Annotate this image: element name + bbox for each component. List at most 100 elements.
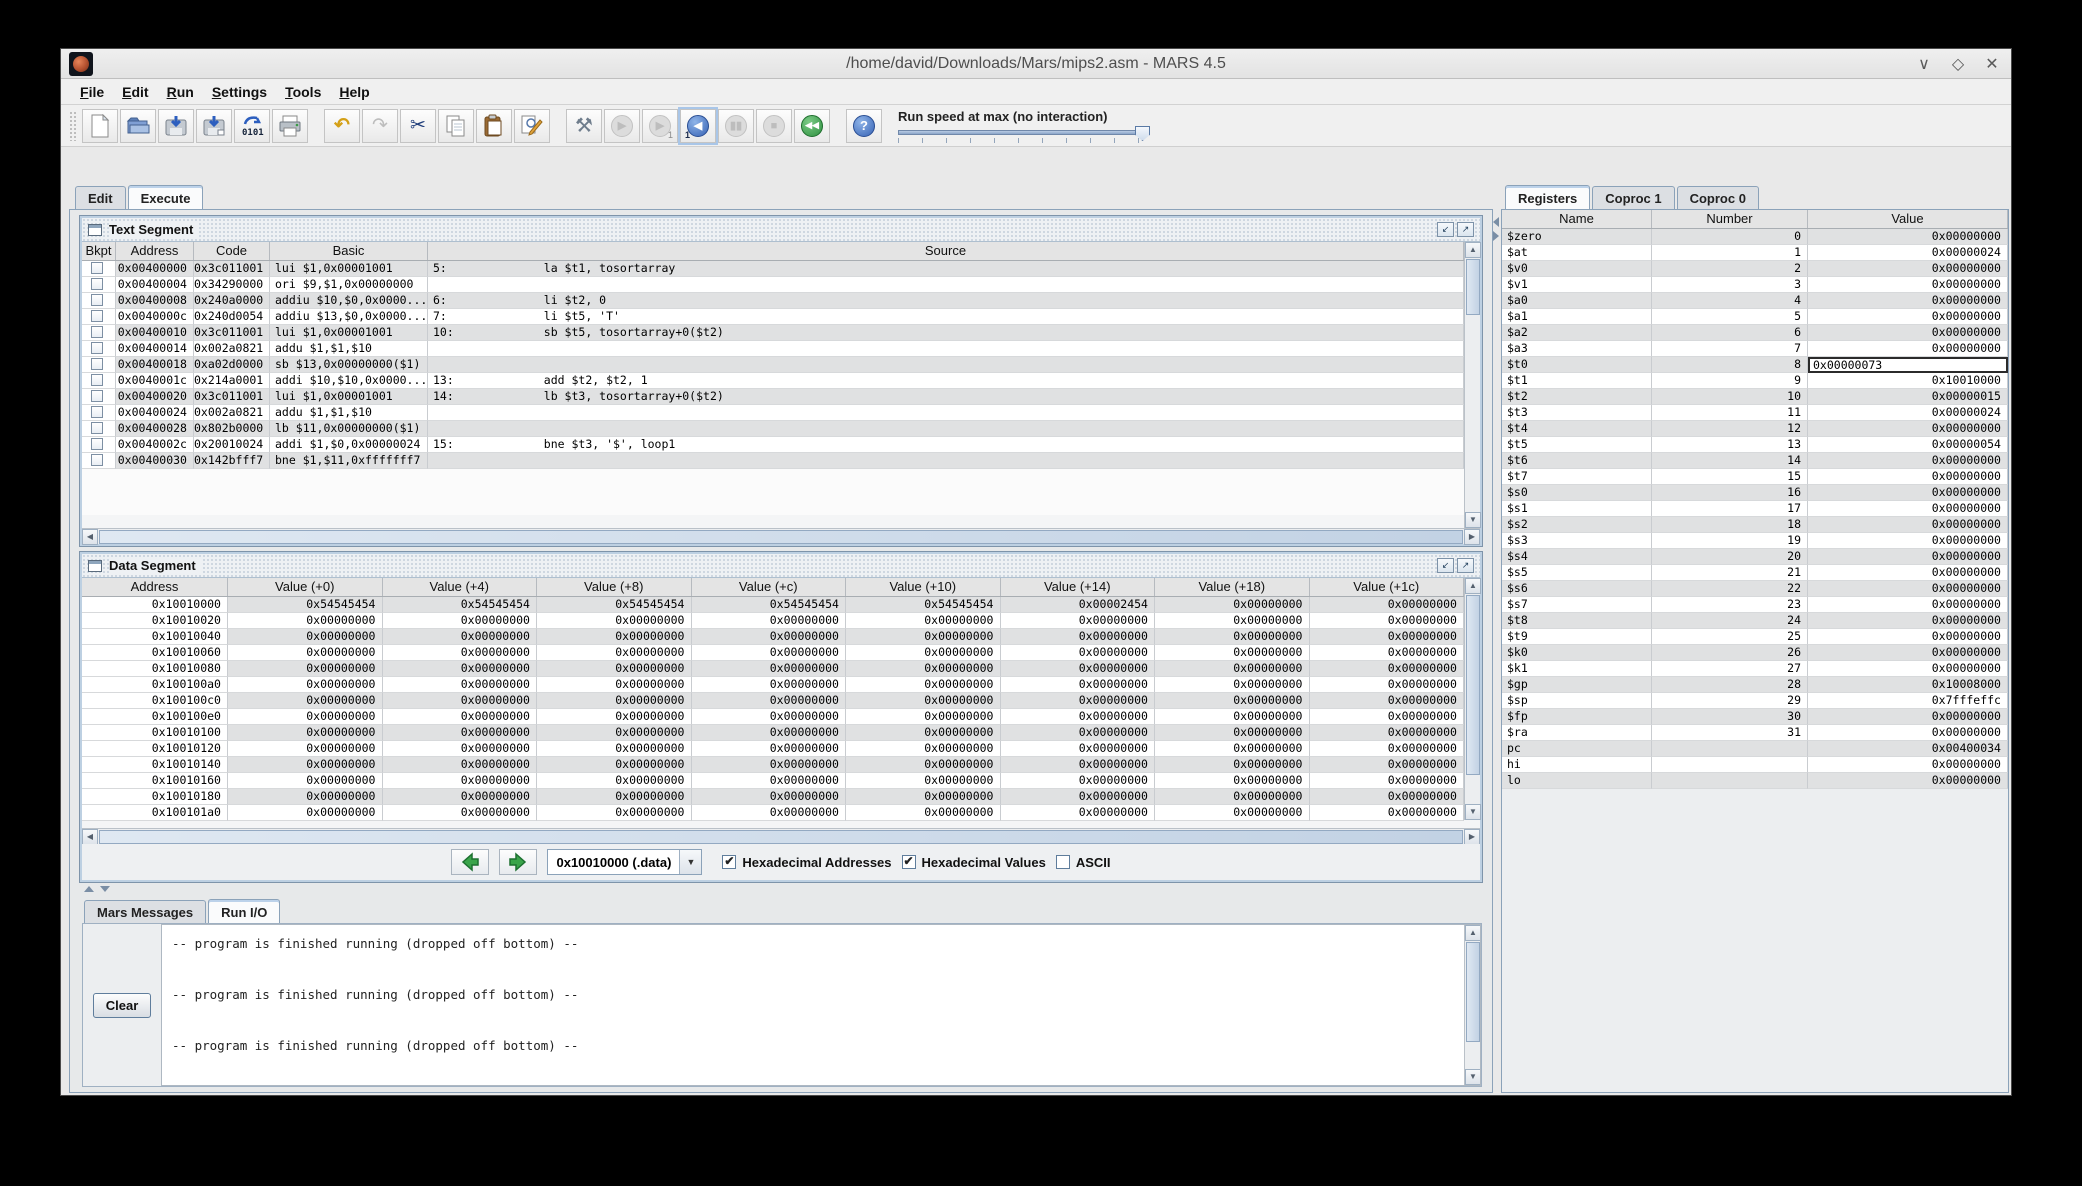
value-cell[interactable]: 0x00000000 — [1155, 677, 1310, 693]
collapse-right-icon[interactable] — [1493, 231, 1499, 241]
menu-edit[interactable]: Edit — [113, 81, 157, 103]
save-button[interactable] — [158, 108, 194, 143]
value-cell[interactable]: 0x00000000 — [691, 677, 846, 693]
scroll-down-icon[interactable]: ▼ — [1465, 512, 1481, 528]
maximize-window-icon[interactable]: ↗ — [1457, 222, 1474, 237]
value-cell[interactable]: 0x00000000 — [846, 661, 1001, 677]
value-cell[interactable]: 0x00000000 — [1155, 597, 1310, 613]
value-cell[interactable]: 0x00000000 — [228, 757, 383, 773]
value-cell[interactable]: 0x00000000 — [1155, 805, 1310, 821]
value-cell[interactable]: 0x00000000 — [228, 805, 383, 821]
value-cell[interactable]: 0x00000000 — [846, 693, 1001, 709]
scroll-down-icon[interactable]: ▼ — [1465, 804, 1481, 820]
column-header-address[interactable]: Address — [82, 578, 228, 596]
scroll-right-icon[interactable]: ▶ — [1464, 529, 1480, 545]
breakpoint-cell[interactable] — [82, 453, 116, 469]
value-cell[interactable]: 0x00000000 — [846, 613, 1001, 629]
chevron-down-icon[interactable]: ▼ — [679, 850, 702, 874]
value-cell[interactable]: 0x00000000 — [228, 613, 383, 629]
value-cell[interactable]: 0x54545454 — [382, 597, 537, 613]
value-cell[interactable]: 0x00000000 — [382, 757, 537, 773]
restore-window-icon[interactable]: ↙ — [1437, 222, 1454, 237]
value-cell[interactable]: 0x00000000 — [228, 677, 383, 693]
collapse-left-icon[interactable] — [1493, 217, 1499, 227]
scroll-thumb[interactable] — [1466, 259, 1480, 315]
column-header-value-1c[interactable]: Value (+1c) — [1310, 578, 1464, 596]
register-value-cell[interactable]: 0x00000000 — [1808, 293, 2008, 309]
column-header-value-0[interactable]: Value (+0) — [228, 578, 383, 596]
checkbox-icon[interactable] — [901, 854, 916, 869]
undo-button[interactable]: ↶ — [324, 108, 360, 143]
breakpoint-cell[interactable] — [82, 405, 116, 421]
column-header-value-c[interactable]: Value (+c) — [692, 578, 846, 596]
value-cell[interactable]: 0x00000000 — [846, 757, 1001, 773]
value-cell[interactable]: 0x00000000 — [537, 645, 692, 661]
hexadecimal-values-checkbox[interactable]: Hexadecimal Values — [901, 854, 1046, 870]
checkbox-icon[interactable] — [722, 854, 737, 869]
value-cell[interactable]: 0x00000000 — [228, 629, 383, 645]
value-cell[interactable]: 0x00000000 — [1155, 757, 1310, 773]
breakpoint-checkbox[interactable] — [91, 406, 103, 418]
register-value-cell[interactable]: 0x00000000 — [1808, 341, 2008, 357]
breakpoint-checkbox[interactable] — [91, 374, 103, 386]
register-value-cell[interactable]: 0x00000000 — [1808, 453, 2008, 469]
minimize-icon[interactable]: ∨ — [1915, 54, 1933, 74]
scroll-left-icon[interactable]: ◀ — [82, 529, 98, 545]
tab-run-i-o[interactable]: Run I/O — [208, 899, 281, 923]
data-segment-hscrollbar[interactable]: ◀ ▶ — [82, 828, 1480, 845]
value-cell[interactable]: 0x00000000 — [1309, 789, 1464, 805]
register-value-cell[interactable]: 0x00000000 — [1808, 629, 2008, 645]
scroll-left-icon[interactable]: ◀ — [82, 829, 98, 845]
value-cell[interactable]: 0x00000000 — [1000, 629, 1155, 645]
memory-base-combobox[interactable]: 0x10010000 (.data) ▼ — [547, 849, 703, 875]
clear-button[interactable]: Clear — [92, 992, 152, 1018]
tab-coproc-0[interactable]: Coproc 0 — [1676, 186, 1759, 209]
value-cell[interactable]: 0x00000000 — [1155, 741, 1310, 757]
value-cell[interactable]: 0x00000000 — [1155, 629, 1310, 645]
breakpoint-checkbox[interactable] — [91, 438, 103, 450]
value-cell[interactable]: 0x00000000 — [537, 693, 692, 709]
tab-edit[interactable]: Edit — [75, 186, 126, 209]
value-cell[interactable]: 0x00000000 — [1309, 645, 1464, 661]
breakpoint-cell[interactable] — [82, 341, 116, 357]
register-value-cell[interactable]: 0x00400034 — [1808, 741, 2008, 757]
register-value-cell[interactable]: 0x00000000 — [1808, 645, 2008, 661]
tab-mars-messages[interactable]: Mars Messages — [84, 900, 207, 923]
value-cell[interactable]: 0x00000000 — [1000, 645, 1155, 661]
menu-help[interactable]: Help — [330, 81, 378, 103]
value-cell[interactable]: 0x00000000 — [1000, 741, 1155, 757]
paste-button[interactable] — [476, 108, 512, 143]
scroll-down-icon[interactable]: ▼ — [1465, 1069, 1480, 1085]
value-cell[interactable]: 0x00000000 — [537, 661, 692, 677]
breakpoint-checkbox[interactable] — [91, 422, 103, 434]
column-header-value[interactable]: Value — [1808, 210, 2008, 228]
value-cell[interactable]: 0x00000000 — [228, 725, 383, 741]
value-cell[interactable]: 0x00000000 — [1000, 661, 1155, 677]
tab-registers[interactable]: Registers — [1505, 185, 1591, 209]
value-cell[interactable]: 0x00000000 — [1309, 613, 1464, 629]
value-cell[interactable]: 0x00000000 — [1309, 741, 1464, 757]
value-cell[interactable]: 0x00000000 — [1000, 677, 1155, 693]
column-header-value-4[interactable]: Value (+4) — [383, 578, 537, 596]
maximize-icon[interactable]: ◇ — [1949, 54, 1967, 74]
column-header-bkpt[interactable]: Bkpt — [82, 242, 116, 260]
register-value-cell[interactable]: 0x00000000 — [1808, 549, 2008, 565]
register-value-cell[interactable]: 0x00000000 — [1808, 517, 2008, 533]
breakpoint-cell[interactable] — [82, 421, 116, 437]
scroll-thumb[interactable] — [99, 530, 1463, 544]
value-cell[interactable]: 0x00000000 — [382, 645, 537, 661]
scroll-thumb[interactable] — [1466, 595, 1480, 775]
value-cell[interactable]: 0x54545454 — [846, 597, 1001, 613]
assemble-button[interactable]: ⚒ — [566, 108, 602, 143]
text-segment-hscrollbar[interactable]: ◀ ▶ — [82, 528, 1480, 545]
value-cell[interactable]: 0x00000000 — [382, 629, 537, 645]
menu-settings[interactable]: Settings — [203, 81, 276, 103]
register-value-cell[interactable]: 0x10008000 — [1808, 677, 2008, 693]
value-cell[interactable]: 0x00000000 — [537, 741, 692, 757]
value-cell[interactable]: 0x54545454 — [537, 597, 692, 613]
reset-button[interactable]: ◀◀ — [794, 108, 830, 143]
value-cell[interactable]: 0x00000000 — [537, 789, 692, 805]
value-cell[interactable]: 0x00000000 — [228, 789, 383, 805]
value-cell[interactable]: 0x00000000 — [691, 613, 846, 629]
value-cell[interactable]: 0x00000000 — [691, 741, 846, 757]
